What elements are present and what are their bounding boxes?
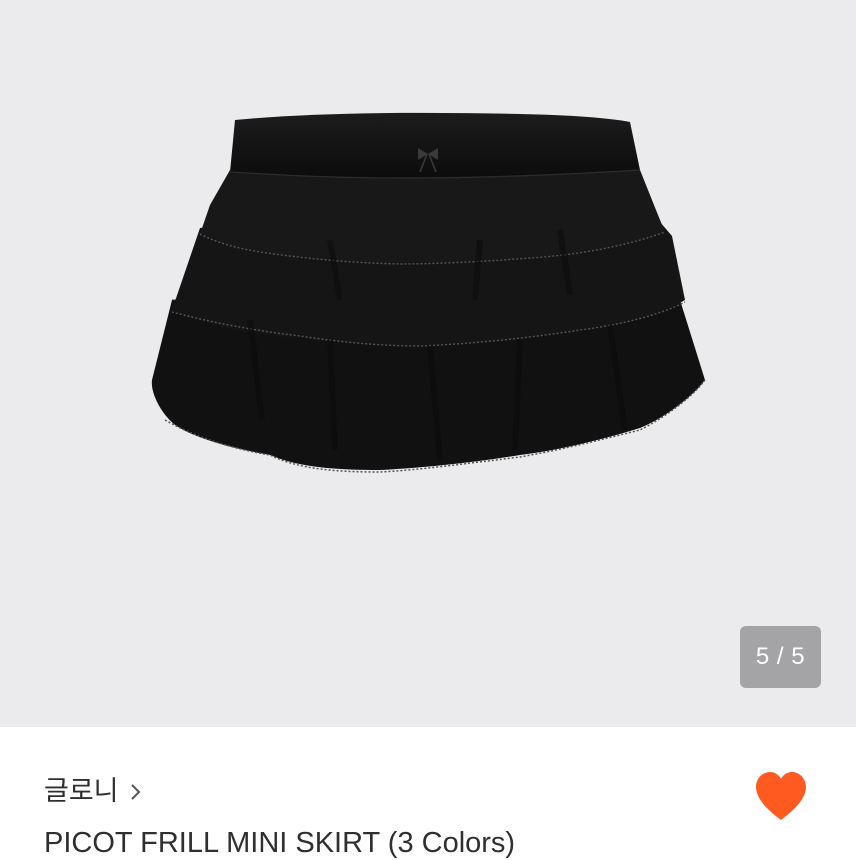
store-link[interactable]: 글로니 — [44, 776, 143, 808]
image-counter-badge: 5 / 5 — [740, 626, 821, 688]
image-counter-text: 5 / 5 — [755, 643, 806, 670]
product-image-gallery[interactable]: 5 / 5 — [0, 0, 856, 727]
heart-icon[interactable] — [754, 770, 808, 822]
product-image[interactable] — [0, 0, 856, 727]
chevron-right-icon — [130, 784, 140, 800]
store-name: 글로니 — [44, 776, 119, 807]
product-title: PICOT FRILL MINI SKIRT (3 Colors) — [44, 827, 516, 859]
